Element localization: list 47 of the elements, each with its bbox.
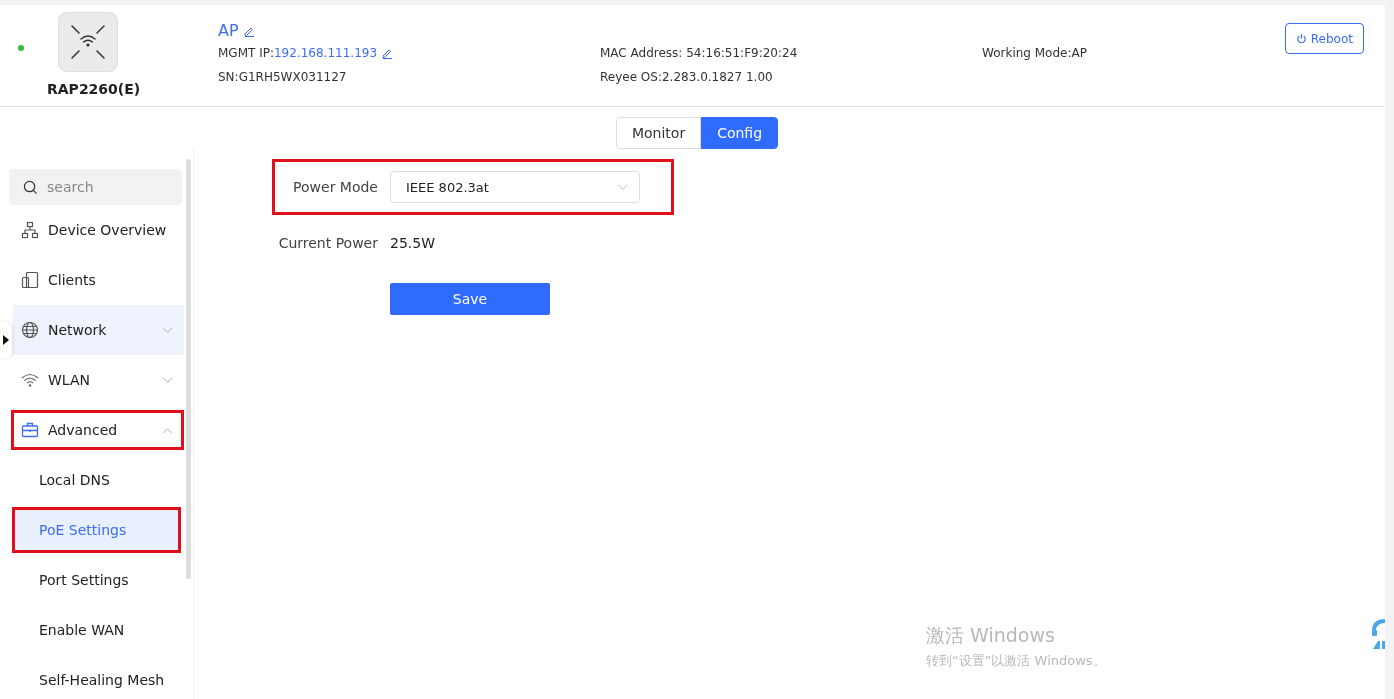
- save-button[interactable]: Save: [390, 283, 550, 315]
- power-icon: [1295, 33, 1307, 44]
- device-name: AP: [218, 21, 239, 40]
- submenu-item[interactable]: Enable WAN: [0, 605, 184, 655]
- collapse-handle[interactable]: [0, 322, 12, 358]
- working-mode: Working Mode:AP: [982, 46, 1087, 60]
- current-power-value: 25.5W: [390, 235, 435, 251]
- mgmt-ip-label: MGMT IP:: [218, 46, 274, 60]
- field-label: Power Mode: [292, 179, 378, 195]
- menu-item[interactable]: Clients: [13, 255, 184, 305]
- access-point-icon: [57, 12, 118, 72]
- menu-item[interactable]: Advanced: [11, 410, 184, 450]
- activation-title: 激活 Windows: [926, 623, 1056, 648]
- menu-item-label: WLAN: [48, 372, 91, 388]
- activation-message: 转到“设置”以激活 Windows。: [926, 652, 1106, 670]
- network-topology-icon: [21, 221, 39, 239]
- edit-icon[interactable]: [381, 47, 394, 59]
- menu-item[interactable]: Device Overview: [13, 205, 184, 255]
- search-field[interactable]: search: [9, 169, 182, 205]
- reboot-button[interactable]: Reboot: [1284, 23, 1364, 54]
- menu-item-label: Device Overview: [48, 222, 168, 238]
- mgmt-ip-link[interactable]: 192.168.111.193: [273, 46, 378, 60]
- view-tab[interactable]: Config: [701, 117, 779, 149]
- scrollbar[interactable]: [186, 159, 191, 579]
- menu-item-label: Advanced: [48, 422, 119, 438]
- menu-item-label: Network: [48, 322, 108, 338]
- os-version: Reyee OS:2.283.0.1827 1.00: [600, 70, 773, 84]
- chevron-down-icon: [617, 183, 629, 191]
- menu-item-label: Clients: [48, 272, 97, 288]
- submenu-item[interactable]: PoE Settings: [12, 507, 181, 553]
- globe-icon: [21, 321, 39, 339]
- device-model: RAP2260(E): [47, 81, 141, 97]
- menu-item[interactable]: Network: [13, 305, 184, 355]
- briefcase-icon: [21, 421, 39, 439]
- search-icon: [23, 180, 38, 195]
- submenu-item[interactable]: Port Settings: [0, 555, 184, 605]
- submenu-item[interactable]: Local DNS: [0, 455, 184, 505]
- wifi-icon: [21, 371, 39, 389]
- view-tab[interactable]: Monitor: [615, 117, 702, 149]
- field-label: Current Power: [277, 235, 378, 251]
- power-mode-dropdown[interactable]: IEEE 802.3at: [390, 171, 640, 203]
- submenu-item[interactable]: Self-Healing Mesh: [0, 655, 184, 699]
- menu-item[interactable]: WLAN: [13, 355, 184, 405]
- caret-right-icon: [3, 335, 9, 345]
- devices-icon: [21, 271, 39, 289]
- mac-address: MAC Address: 54:16:51:F9:20:24: [600, 46, 798, 60]
- serial-number: SN:G1RH5WX031127: [218, 70, 347, 84]
